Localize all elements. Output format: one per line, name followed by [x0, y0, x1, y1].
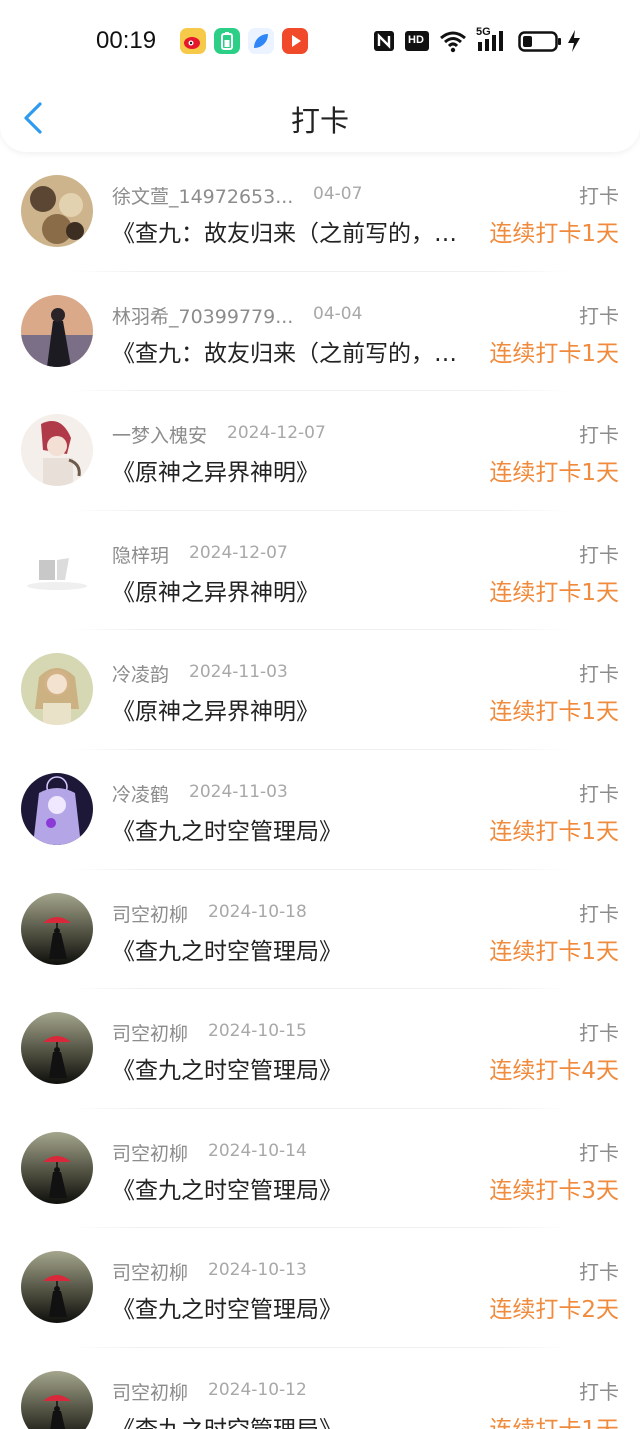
network-label: 5G [476, 26, 491, 38]
checkin-item[interactable]: 冷凌韵 2024-11-03 《原神之异界神明》 打卡连续打卡1天 [0, 630, 640, 750]
checkin-date: 2024-10-13 [208, 1260, 307, 1281]
streak-label: 连续打卡1天 [489, 579, 619, 606]
avatar[interactable] [21, 653, 93, 726]
video-app-icon [282, 28, 308, 54]
nav-bar: 打卡 [0, 84, 640, 152]
streak-label: 连续打卡2天 [489, 1297, 619, 1324]
avatar[interactable] [21, 1012, 93, 1085]
avatar[interactable] [21, 1251, 93, 1324]
book-title: 《原神之异界神明》 [112, 579, 319, 606]
user-name: 司空初柳 [112, 903, 189, 926]
checkin-item[interactable]: 一梦入槐安 2024-12-07 《原神之异界神明》 打卡连续打卡1天 [0, 391, 640, 511]
user-name: 司空初柳 [112, 1142, 189, 1165]
checkin-date: 2024-12-07 [227, 423, 326, 444]
book-title: 《查九之时空管理局》 [112, 1297, 342, 1324]
book-title: 《查九之时空管理局》 [112, 1410, 474, 1429]
avatar[interactable] [21, 175, 93, 247]
checkin-type-label: 打卡 [579, 184, 619, 208]
checkin-list: 徐文萱_14972653... 04-07 《查九：故友归来（之前写的，被删了，之后… [0, 152, 640, 1429]
streak-label: 连续打卡1天 [489, 938, 619, 965]
page-title: 打卡 [290, 104, 349, 138]
streak-label: 连续打卡3天 [489, 1177, 619, 1204]
book-title: 《查九：故友归来（之前写的，被删了，之后重新写了一本） [112, 221, 474, 247]
checkin-type-label: 打卡 [579, 303, 619, 328]
browser-icon [248, 28, 274, 54]
checkin-type-label: 打卡 [579, 542, 619, 567]
streak-label: 连续打卡1天 [489, 818, 619, 845]
checkin-item[interactable]: 隐梓玥 2024-12-07 《原神之异界神明》 打卡连续打卡1天 [0, 511, 640, 631]
checkin-item[interactable]: 司空初柳 2024-10-18 《查九之时空管理局》 打卡连续打卡1天 [0, 870, 640, 990]
hd-label: HD [408, 34, 424, 46]
book-title: 《查九之时空管理局》 [112, 1177, 342, 1204]
streak-label: 连续打卡4天 [489, 1058, 619, 1085]
streak-label: 连续打卡1天 [489, 221, 619, 247]
book-title: 《查九之时空管理局》 [112, 1058, 342, 1085]
checkin-type-label: 打卡 [579, 1021, 619, 1046]
checkin-type-label: 打卡 [579, 901, 619, 926]
checkin-type-label: 打卡 [579, 423, 619, 448]
checkin-date: 2024-10-15 [208, 1021, 307, 1042]
checkin-date: 04-04 [313, 303, 363, 324]
checkin-date: 2024-11-03 [189, 662, 288, 683]
user-name: 徐文萱_14972653... [112, 186, 294, 208]
checkin-date: 2024-11-03 [189, 781, 288, 802]
weibo-icon [180, 28, 206, 54]
book-title: 《查九：故友归来（之前写的，被删了，之后重新写了一本） [112, 340, 474, 367]
streak-label: 连续打卡1天 [489, 340, 619, 367]
avatar[interactable] [21, 414, 93, 487]
avatar[interactable] [21, 533, 93, 606]
book-title: 《原神之异界神明》 [112, 699, 319, 726]
user-name: 一梦入槐安 [112, 425, 208, 448]
checkin-date: 2024-12-07 [189, 542, 288, 563]
checkin-type-label: 打卡 [579, 781, 619, 806]
checkin-item[interactable]: 司空初柳 2024-10-14 《查九之时空管理局》 打卡连续打卡3天 [0, 1109, 640, 1229]
user-name: 司空初柳 [112, 1262, 189, 1285]
avatar[interactable] [21, 772, 93, 845]
avatar[interactable] [21, 892, 93, 965]
checkin-date: 2024-10-18 [208, 901, 307, 922]
streak-label: 连续打卡1天 [489, 1410, 619, 1429]
nfc-icon [373, 28, 395, 54]
checkin-date: 04-07 [313, 184, 363, 204]
avatar[interactable] [21, 1131, 93, 1204]
book-title: 《查九之时空管理局》 [112, 818, 342, 845]
charging-icon [566, 28, 582, 54]
app-header: 00:19 HD 5G 打卡 [0, 0, 640, 152]
hd-icon: HD [405, 28, 429, 54]
user-name: 司空初柳 [112, 1381, 189, 1404]
book-title: 《原神之异界神明》 [112, 460, 319, 487]
streak-label: 连续打卡1天 [489, 460, 619, 487]
checkin-type-label: 打卡 [579, 662, 619, 687]
battery-app-icon [214, 28, 240, 54]
user-name: 司空初柳 [112, 1023, 189, 1046]
user-name: 隐梓玥 [112, 544, 170, 567]
checkin-item[interactable]: 林羽希_70399779... 04-04 《查九：故友归来（之前写的，被删了，之后… [0, 272, 640, 392]
checkin-type-label: 打卡 [579, 1260, 619, 1285]
checkin-type-label: 打卡 [579, 1379, 619, 1404]
checkin-item[interactable]: 冷凌鹤 2024-11-03 《查九之时空管理局》 打卡连续打卡1天 [0, 750, 640, 870]
status-time: 00:19 [96, 27, 157, 54]
signal-5g-icon: 5G [476, 26, 508, 54]
wifi-icon [438, 28, 468, 54]
checkin-type-label: 打卡 [579, 1140, 619, 1165]
streak-label: 连续打卡1天 [489, 699, 619, 726]
user-name: 冷凌韵 [112, 664, 170, 687]
user-name: 冷凌鹤 [112, 783, 170, 806]
checkin-item[interactable]: 司空初柳 2024-10-15 《查九之时空管理局》 打卡连续打卡4天 [0, 989, 640, 1109]
checkin-item[interactable]: 徐文萱_14972653... 04-07 《查九：故友归来（之前写的，被删了，之后… [0, 152, 640, 272]
battery-icon [518, 28, 562, 54]
status-bar: 00:19 HD 5G [0, 0, 640, 84]
book-title: 《查九之时空管理局》 [112, 938, 342, 965]
checkin-date: 2024-10-12 [208, 1379, 307, 1400]
checkin-item[interactable]: 司空初柳 2024-10-12 《查九之时空管理局》 打卡连续打卡1天 [0, 1348, 640, 1429]
avatar[interactable] [21, 294, 93, 367]
checkin-item[interactable]: 司空初柳 2024-10-13 《查九之时空管理局》 打卡连续打卡2天 [0, 1228, 640, 1348]
checkin-date: 2024-10-14 [208, 1140, 307, 1161]
avatar[interactable] [21, 1370, 93, 1429]
user-name: 林羽希_70399779... [112, 305, 294, 328]
